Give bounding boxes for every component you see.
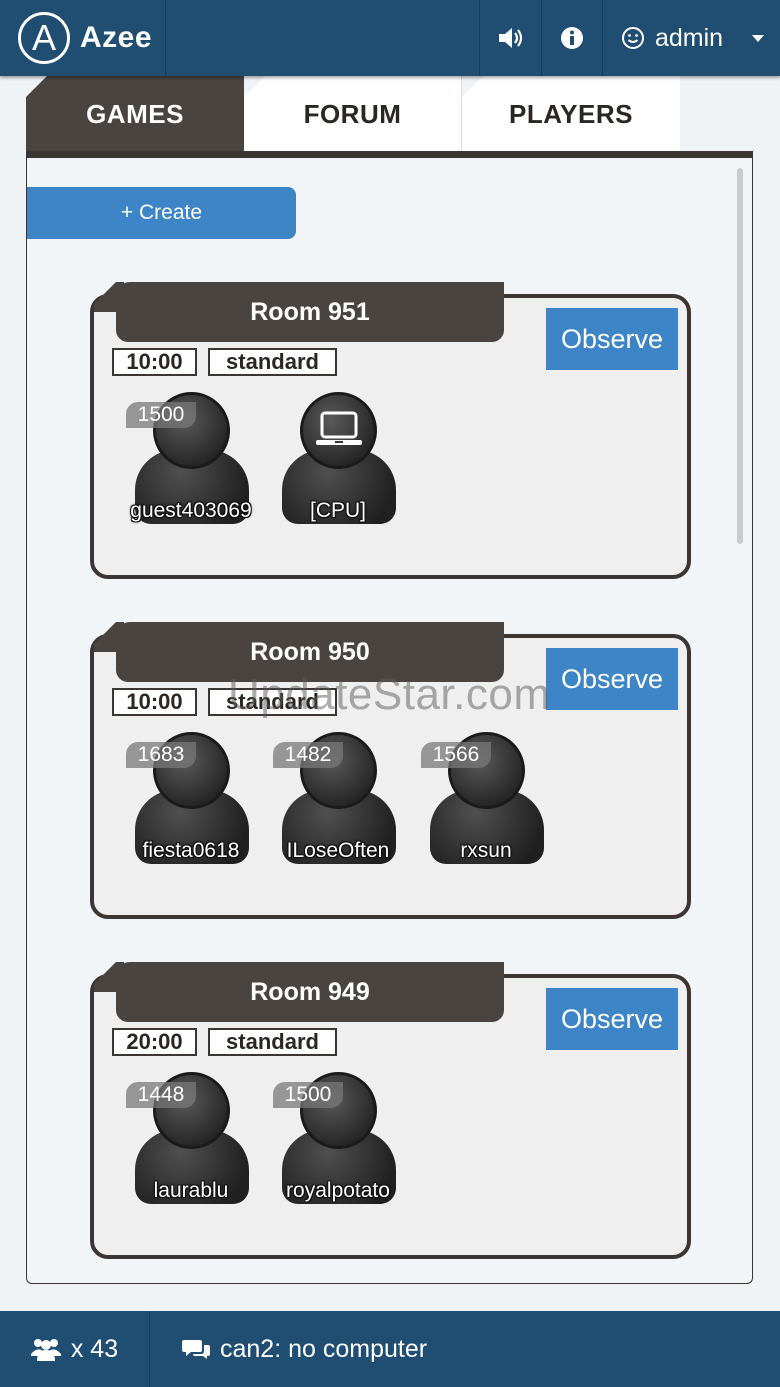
brand-name: Azee (80, 21, 153, 54)
footer-bar: x 43 can2: no computer (0, 1311, 780, 1387)
player-name: royalpotato (286, 1179, 390, 1202)
top-bar: A Azee admin (0, 0, 780, 76)
player-name: fiesta0618 (142, 839, 240, 862)
sound-toggle-button[interactable] (479, 0, 541, 76)
speaker-icon (498, 28, 522, 48)
player-seat[interactable]: 1448 laurablu (126, 1072, 254, 1212)
player-name: ILoseOften (286, 839, 390, 862)
tab-games[interactable]: GAMES (26, 75, 244, 153)
room-title: Room 951 (116, 282, 504, 342)
room-title: Room 949 (116, 962, 504, 1022)
chat-bubbles-icon (182, 1340, 210, 1359)
smiley-icon (622, 27, 644, 49)
chat-ticker[interactable]: can2: no computer (150, 1311, 427, 1387)
player-name: guest403069 (130, 499, 252, 522)
player-name: rxsun (460, 839, 512, 862)
player-seat[interactable]: 1482 ILoseOften (273, 732, 401, 872)
tab-players[interactable]: PLAYERS (462, 75, 680, 153)
player-rating: 1500 (126, 402, 196, 428)
player-seat[interactable]: [CPU] (275, 392, 401, 532)
player-rating: 1566 (421, 742, 491, 768)
player-rating: 1500 (273, 1082, 343, 1108)
info-button[interactable] (541, 0, 602, 76)
player-seat[interactable]: 1500 royalpotato (273, 1072, 401, 1212)
room-card: Room 951 Observe 10:00 standard 1500 gue… (90, 282, 691, 579)
player-rating: 1448 (126, 1082, 196, 1108)
observe-button[interactable]: Observe (546, 308, 678, 370)
room-card: Room 949 Observe 20:00 standard 1448 lau… (90, 962, 691, 1259)
time-control-badge: 10:00 (112, 688, 197, 716)
online-users-button[interactable]: x 43 (0, 1311, 150, 1387)
player-name: laurablu (153, 1179, 229, 1202)
users-icon (30, 1339, 61, 1361)
laptop-icon (316, 411, 362, 445)
chat-message: can2: no computer (220, 1334, 428, 1363)
time-control-badge: 10:00 (112, 348, 197, 376)
player-rating: 1683 (126, 742, 196, 768)
brand-logo[interactable]: A Azee (0, 0, 166, 76)
tab-forum[interactable]: FORUM (244, 75, 462, 153)
player-rating: 1482 (273, 742, 343, 768)
scrollbar[interactable] (737, 168, 743, 544)
chevron-down-icon (752, 35, 764, 42)
observe-button[interactable]: Observe (546, 648, 678, 710)
info-icon (561, 27, 583, 49)
game-mode-badge: standard (208, 1028, 337, 1056)
observe-button[interactable]: Observe (546, 988, 678, 1050)
time-control-badge: 20:00 (112, 1028, 197, 1056)
game-mode-badge: standard (208, 348, 337, 376)
user-name: admin (655, 23, 724, 52)
player-name: [CPU] (309, 499, 366, 522)
player-seat[interactable]: 1500 guest403069 (126, 392, 254, 532)
brand-mark: A (18, 12, 70, 64)
player-seat[interactable]: 1683 fiesta0618 (126, 732, 254, 872)
player-seat[interactable]: 1566 rxsun (421, 732, 549, 872)
watermark: UpdateStar.com (228, 670, 551, 719)
create-game-button[interactable]: + Create (27, 187, 296, 239)
user-menu[interactable]: admin (602, 0, 780, 76)
online-count: x 43 (70, 1334, 119, 1363)
